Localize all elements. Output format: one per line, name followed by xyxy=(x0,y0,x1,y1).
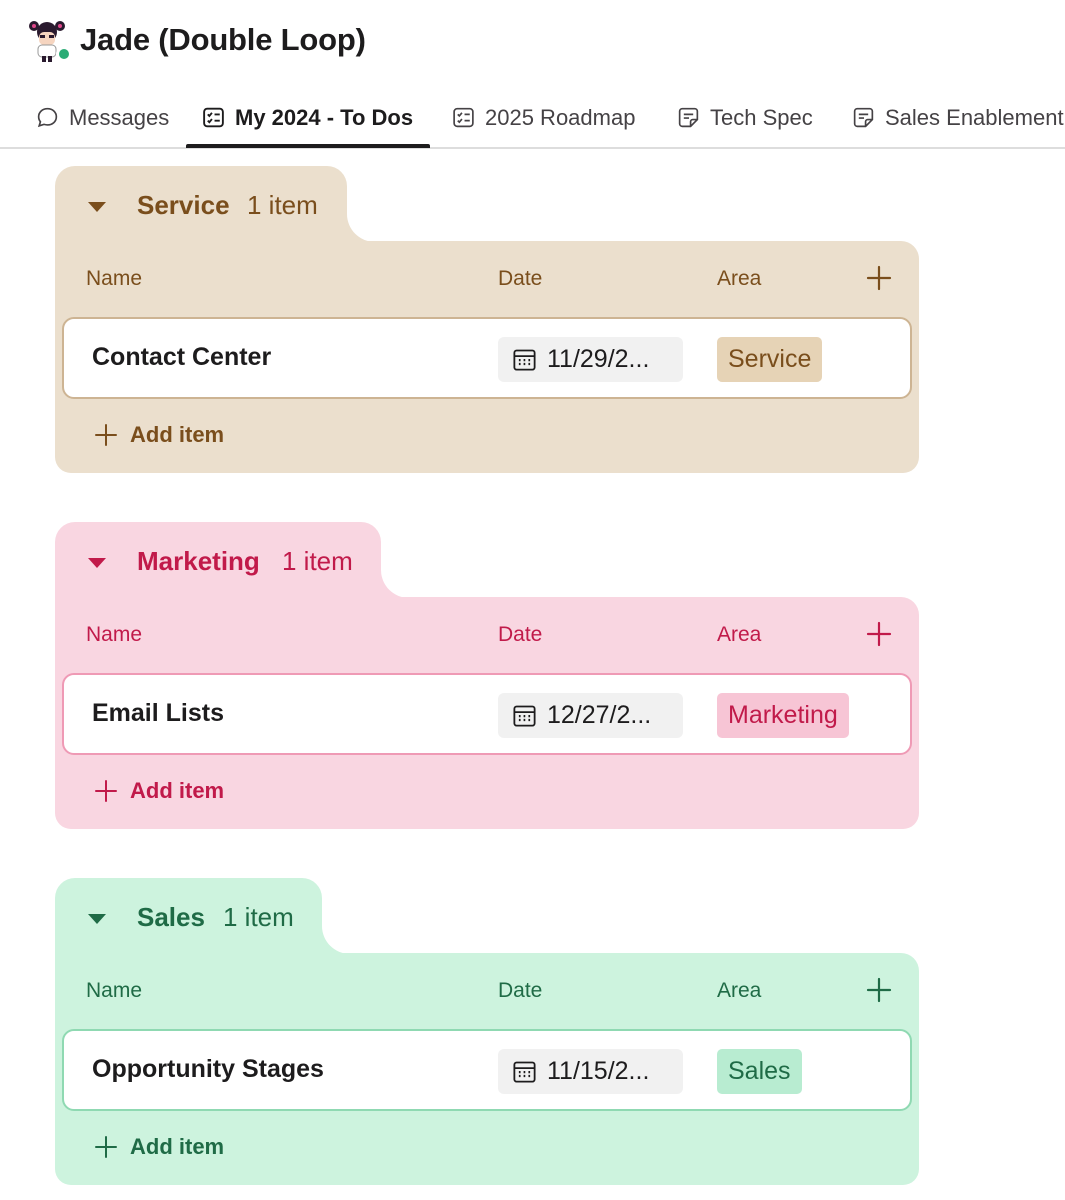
item-name[interactable]: Opportunity Stages xyxy=(92,1055,324,1084)
channel-header: Jade (Double Loop) xyxy=(0,0,1065,86)
date-value: 11/15/2... xyxy=(547,1057,650,1085)
column-header-area[interactable]: Area xyxy=(717,979,761,1003)
list-item[interactable]: Opportunity Stages 11/15/2... Sales xyxy=(62,1029,912,1111)
canvas-note-icon xyxy=(853,107,874,128)
tab-corner xyxy=(322,926,350,954)
active-tab-indicator xyxy=(186,144,430,148)
add-column-plus-icon[interactable] xyxy=(865,976,893,1004)
plus-icon xyxy=(95,424,117,446)
presence-status-icon xyxy=(56,46,72,62)
list-item[interactable]: Contact Center 11/29/2... Service xyxy=(62,317,912,399)
calendar-icon xyxy=(513,1061,536,1083)
tab-corner xyxy=(381,570,409,598)
column-header-date[interactable]: Date xyxy=(498,267,542,291)
area-tag[interactable]: Sales xyxy=(717,1049,802,1094)
group-sales: Sales 1 item Name Date Area Opportunity … xyxy=(55,878,919,1186)
add-column-plus-icon[interactable] xyxy=(865,264,893,292)
collapse-caret-icon[interactable] xyxy=(88,914,106,924)
canvas-note-icon xyxy=(678,107,699,128)
column-header-area[interactable]: Area xyxy=(717,623,761,647)
checklist-icon xyxy=(203,107,224,128)
date-field[interactable]: 11/29/2... xyxy=(498,337,683,382)
tab-label: 2025 Roadmap xyxy=(485,104,636,130)
group-service: Service 1 item Name Date Area Contact Ce… xyxy=(55,166,919,474)
item-name[interactable]: Email Lists xyxy=(92,699,224,728)
column-header-name[interactable]: Name xyxy=(86,267,142,291)
tab-messages[interactable]: Messages xyxy=(35,86,169,149)
tab-label: Messages xyxy=(69,104,170,130)
tab-label: Sales Enablement xyxy=(885,104,1064,130)
tab-label: Tech Spec xyxy=(710,104,813,130)
column-header-date[interactable]: Date xyxy=(498,979,542,1003)
plus-icon xyxy=(95,1136,117,1158)
date-field[interactable]: 11/15/2... xyxy=(498,1049,683,1094)
tab-corner xyxy=(347,214,375,242)
plus-icon xyxy=(95,780,117,802)
date-value: 11/29/2... xyxy=(547,345,650,373)
group-item-count: 1 item xyxy=(282,546,353,576)
column-header-date[interactable]: Date xyxy=(498,623,542,647)
area-tag[interactable]: Marketing xyxy=(717,693,849,738)
group-marketing: Marketing 1 item Name Date Area Email Li… xyxy=(55,522,919,830)
tab-tech-spec[interactable]: Tech Spec xyxy=(676,86,813,149)
add-item-label: Add item xyxy=(130,1134,225,1159)
area-tag[interactable]: Service xyxy=(717,337,823,382)
column-header-name[interactable]: Name xyxy=(86,623,142,647)
item-name[interactable]: Contact Center xyxy=(92,343,271,372)
tab-sales-enablement[interactable]: Sales Enablement xyxy=(851,86,1064,149)
date-value: 12/27/2... xyxy=(547,701,652,729)
chat-bubble-icon xyxy=(37,107,58,128)
column-header-area[interactable]: Area xyxy=(717,267,761,291)
add-item-button[interactable]: Add item xyxy=(94,778,224,804)
checklist-icon xyxy=(453,107,474,128)
calendar-icon xyxy=(513,705,536,727)
group-title: Marketing xyxy=(137,546,260,576)
tab-2025-roadmap[interactable]: 2025 Roadmap xyxy=(451,86,635,149)
collapse-caret-icon[interactable] xyxy=(88,202,106,212)
tab-label: My 2024 - To Dos xyxy=(235,104,414,130)
add-item-label: Add item xyxy=(130,422,225,447)
add-item-button[interactable]: Add item xyxy=(94,1134,224,1160)
group-title: Service xyxy=(137,190,230,220)
add-item-button[interactable]: Add item xyxy=(94,422,224,448)
add-item-label: Add item xyxy=(130,778,225,803)
tab-bar: Messages My 2024 - To Dos 2025 Roadmap T… xyxy=(0,86,1065,149)
tab-my-2024-to-dos[interactable]: My 2024 - To Dos xyxy=(201,86,413,149)
column-header-name[interactable]: Name xyxy=(86,979,142,1003)
group-item-count: 1 item xyxy=(247,190,318,220)
calendar-icon xyxy=(513,349,536,371)
date-field[interactable]: 12/27/2... xyxy=(498,693,683,738)
group-item-count: 1 item xyxy=(223,902,294,932)
page-title[interactable]: Jade (Double Loop) xyxy=(80,22,366,58)
group-title: Sales xyxy=(137,902,205,932)
list-item[interactable]: Email Lists 12/27/2... Marketing xyxy=(62,673,912,755)
add-column-plus-icon[interactable] xyxy=(865,620,893,648)
collapse-caret-icon[interactable] xyxy=(88,558,106,568)
